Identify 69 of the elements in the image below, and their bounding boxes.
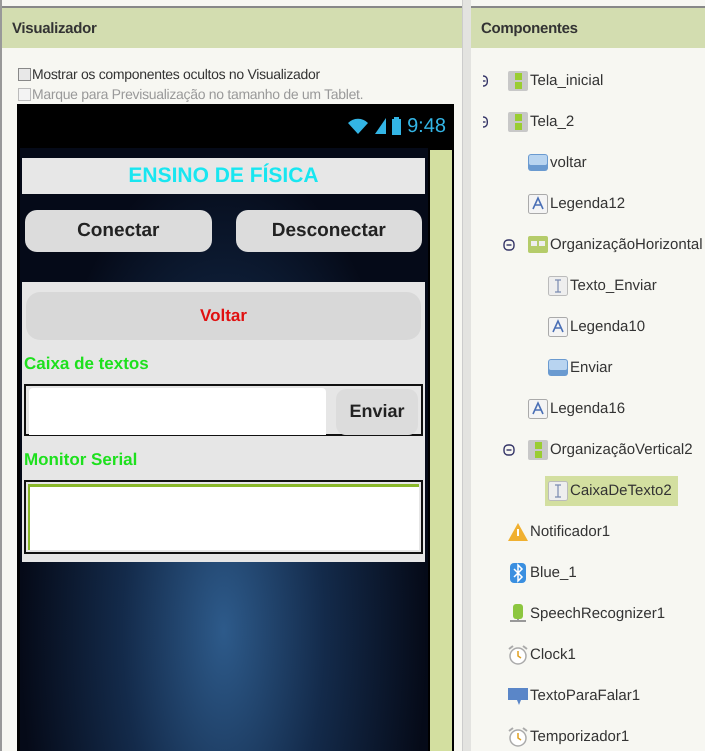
app-title: ENSINO DE FÍSICA (128, 164, 319, 188)
text-cursor-icon (547, 274, 569, 296)
panel-title: Componentes (481, 20, 578, 36)
tree-item-label: Legenda10 (570, 318, 646, 335)
tree-item[interactable]: Legenda10 (545, 312, 652, 342)
horizontal-layout-icon (527, 234, 549, 256)
wifi-icon (347, 118, 370, 134)
tree-item-label: Clock1 (530, 646, 576, 663)
checkbox-option[interactable]: Mostrar os componentes ocultos no Visualizador (18, 66, 462, 82)
tree-item-label: Notificador1 (530, 523, 610, 540)
tree-item[interactable]: Tela_inicial (505, 66, 610, 96)
tree-item-label: SpeechRecognizer1 (530, 605, 666, 622)
letter-a-icon (527, 192, 549, 214)
screen-icon (507, 110, 529, 132)
tree-item-label: Temporizador1 (530, 728, 630, 745)
bluetooth-icon (507, 562, 529, 584)
send-button[interactable]: Enviar (336, 388, 418, 434)
battery-icon (392, 117, 402, 135)
tree-item-label: CaixaDeTexto2 (570, 482, 672, 499)
letter-a-icon (527, 398, 549, 420)
button-icon (547, 356, 569, 378)
tree-item[interactable]: voltar (525, 148, 593, 178)
tree-item[interactable]: Notificador1 (505, 516, 616, 546)
text-cursor-icon (547, 480, 569, 502)
panel-title: Visualizador (12, 20, 96, 36)
signal-icon (375, 118, 386, 134)
vertical-layout-icon (527, 438, 549, 460)
tree-item-label: Tela_inicial (530, 72, 604, 89)
tree-item[interactable]: OrganizaçãoHorizontal (525, 230, 705, 260)
tree-item[interactable]: Enviar (545, 352, 619, 382)
screen-icon (507, 70, 529, 92)
tree-item[interactable]: Legenda16 (525, 394, 632, 424)
warning-icon (507, 520, 529, 542)
tree-item[interactable]: OrganizaçãoVertical2 (525, 434, 699, 464)
tree-item-label: Legenda16 (550, 400, 626, 417)
alarm-clock-icon (507, 644, 529, 666)
tree-item[interactable]: Blue_1 (505, 558, 583, 588)
collapse-icon[interactable] (503, 444, 515, 456)
tree-item[interactable]: Tela_2 (505, 106, 580, 136)
tree-item-label: Blue_1 (530, 564, 577, 581)
tree-item[interactable]: SpeechRecognizer1 (505, 598, 672, 628)
checkbox[interactable] (18, 68, 31, 80)
tree-item-label: Legenda12 (550, 195, 626, 212)
tree-item[interactable]: TextoParaFalar1 (505, 680, 646, 710)
tree-item-label: Enviar (570, 359, 613, 376)
collapse-icon[interactable] (483, 74, 488, 86)
text-input-field[interactable] (29, 388, 326, 435)
app-button[interactable]: Conectar (25, 210, 212, 252)
tree-item-label: Texto_Enviar (570, 277, 657, 294)
tree-item[interactable]: Legenda12 (525, 188, 632, 218)
microphone-icon (507, 602, 529, 624)
letter-a-icon (547, 316, 569, 338)
tree-item-label: OrganizaçãoVertical2 (550, 441, 693, 458)
status-time: 9:48 (407, 114, 446, 138)
tree-item-label: Tela_2 (530, 113, 574, 130)
collapse-icon[interactable] (503, 238, 515, 250)
section-label: Monitor Serial (24, 450, 138, 470)
tree-item[interactable]: CaixaDeTexto2 (545, 476, 678, 506)
tree-item[interactable]: Texto_Enviar (545, 270, 663, 300)
tree-item[interactable]: Clock1 (505, 640, 582, 670)
tree-item[interactable]: Temporizador1 (505, 722, 636, 751)
collapse-icon[interactable] (483, 116, 488, 128)
tree-item-label: TextoParaFalar1 (530, 687, 640, 704)
app-button[interactable]: Desconectar (236, 210, 422, 252)
section-label: Caixa de textos (24, 354, 150, 374)
button-icon (527, 152, 549, 174)
alarm-clock-icon (507, 726, 529, 748)
tree-item-label: voltar (550, 154, 587, 171)
tree-item-label: OrganizaçãoHorizontal (550, 236, 703, 253)
